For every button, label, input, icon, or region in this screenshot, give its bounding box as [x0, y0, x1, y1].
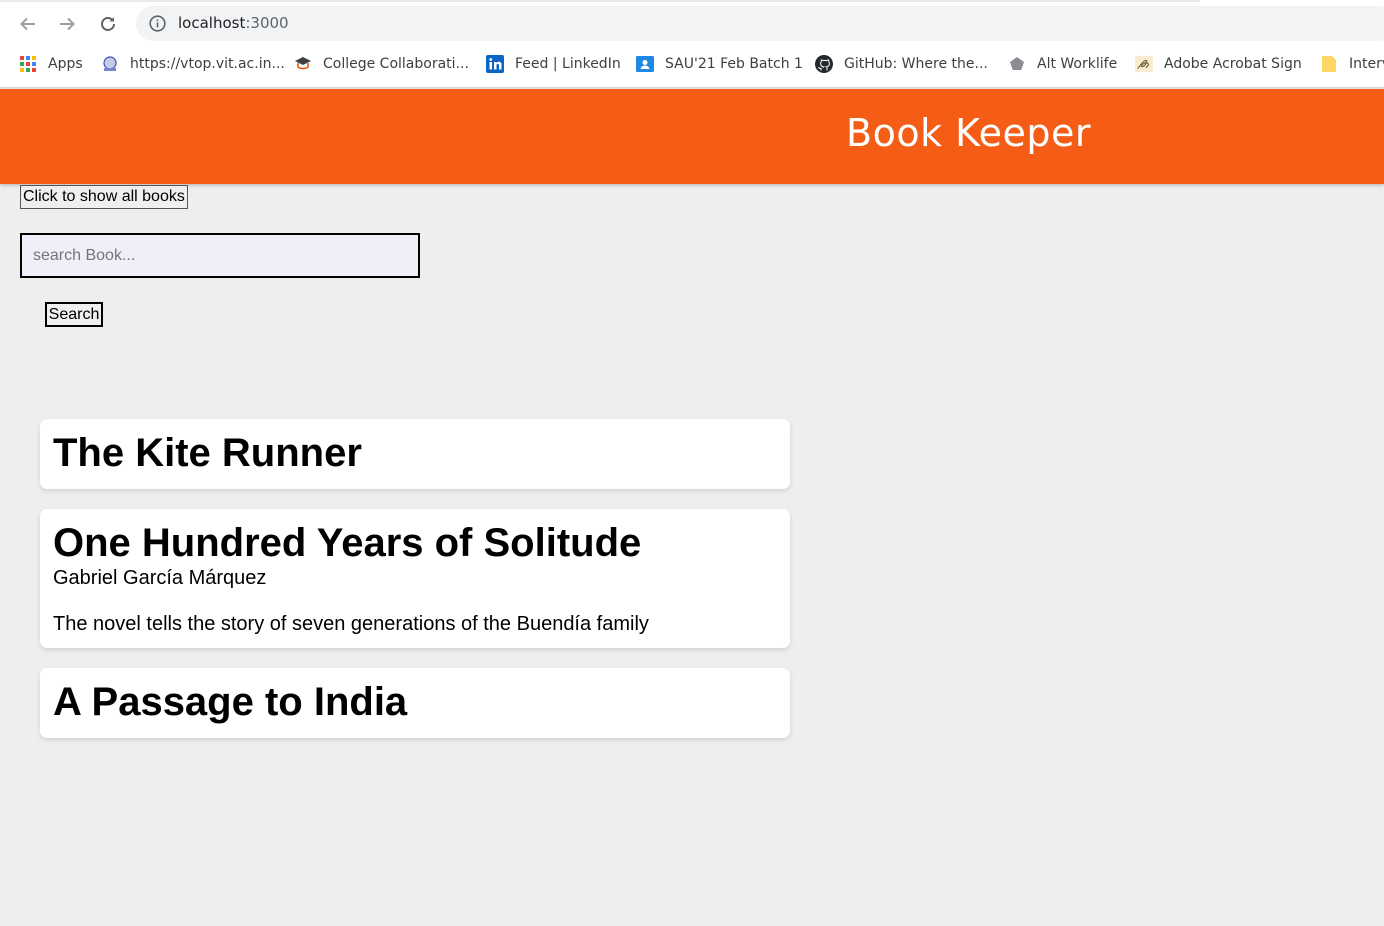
bookmark-label: https://vtop.vit.ac.in...	[130, 56, 285, 72]
google-classroom-icon	[636, 55, 654, 73]
alt-worklife-icon	[1008, 55, 1026, 73]
bookmark-label: Interv	[1349, 56, 1384, 72]
github-icon	[815, 55, 833, 73]
bookmark-interv[interactable]: Interv	[1320, 50, 1384, 78]
bookmark-label: College Collaborati...	[323, 56, 469, 72]
url-text: localhost:3000	[178, 14, 289, 32]
book-title: A Passage to India	[53, 680, 408, 724]
app-title: Book Keeper	[846, 111, 1092, 155]
book-card: The Kite Runner	[40, 419, 790, 489]
show-all-books-button[interactable]: Click to show all books	[20, 185, 188, 209]
search-input[interactable]	[20, 233, 420, 278]
bookmark-apps[interactable]: Apps	[19, 50, 83, 78]
book-title: The Kite Runner	[53, 431, 362, 475]
bookmark-vtop[interactable]: https://vtop.vit.ac.in...	[101, 50, 285, 78]
apps-grid-icon	[19, 55, 37, 73]
arrow-right-icon	[60, 17, 75, 31]
bookmark-label: Feed | LinkedIn	[515, 56, 621, 72]
linkedin-icon	[486, 55, 504, 73]
bookmarks-bar: Apps https://vtop.vit.ac.in... College C…	[0, 50, 1384, 78]
bookmark-linkedin[interactable]: Feed | LinkedIn	[486, 50, 621, 78]
browser-chrome: localhost:3000 Apps https://vtop.vit.ac.…	[0, 0, 1384, 88]
bookmark-label: Adobe Acrobat Sign	[1164, 56, 1302, 72]
bookmark-github[interactable]: GitHub: Where the...	[815, 50, 988, 78]
bookmark-alt-worklife[interactable]: Alt Worklife	[1008, 50, 1117, 78]
bookmark-label: GitHub: Where the...	[844, 56, 988, 72]
folder-icon	[1320, 55, 1338, 73]
bookmark-label: SAU'21 Feb Batch 1	[665, 56, 803, 72]
vtop-icon	[101, 55, 119, 73]
forward-button[interactable]	[53, 10, 81, 38]
search-button[interactable]: Search	[45, 302, 103, 327]
graduation-cap-icon	[294, 55, 312, 73]
bookmark-adobe-sign[interactable]: Adobe Acrobat Sign	[1135, 50, 1302, 78]
address-bar[interactable]: localhost:3000	[136, 6, 1384, 41]
book-author: Gabriel García Márquez	[53, 567, 267, 589]
book-card: One Hundred Years of Solitude Gabriel Ga…	[40, 509, 790, 648]
back-button[interactable]	[14, 10, 42, 38]
app-header: Book Keeper	[0, 89, 1384, 184]
reload-icon	[101, 17, 115, 31]
info-icon[interactable]	[149, 15, 166, 32]
book-title: One Hundred Years of Solitude	[53, 521, 642, 565]
url-host: localhost	[178, 14, 246, 32]
bookmark-college[interactable]: College Collaborati...	[294, 50, 469, 78]
book-card: A Passage to India	[40, 668, 790, 738]
bookmark-label: Alt Worklife	[1037, 56, 1118, 72]
adobe-sign-icon	[1135, 55, 1153, 73]
url-port: :3000	[245, 14, 289, 32]
book-description: The novel tells the story of seven gener…	[53, 613, 649, 635]
page-load-bar	[0, 0, 1200, 2]
reload-button[interactable]	[94, 10, 122, 38]
bookmark-classroom[interactable]: SAU'21 Feb Batch 1	[636, 50, 803, 78]
arrow-left-icon	[20, 17, 35, 31]
bookmark-label: Apps	[48, 56, 83, 72]
